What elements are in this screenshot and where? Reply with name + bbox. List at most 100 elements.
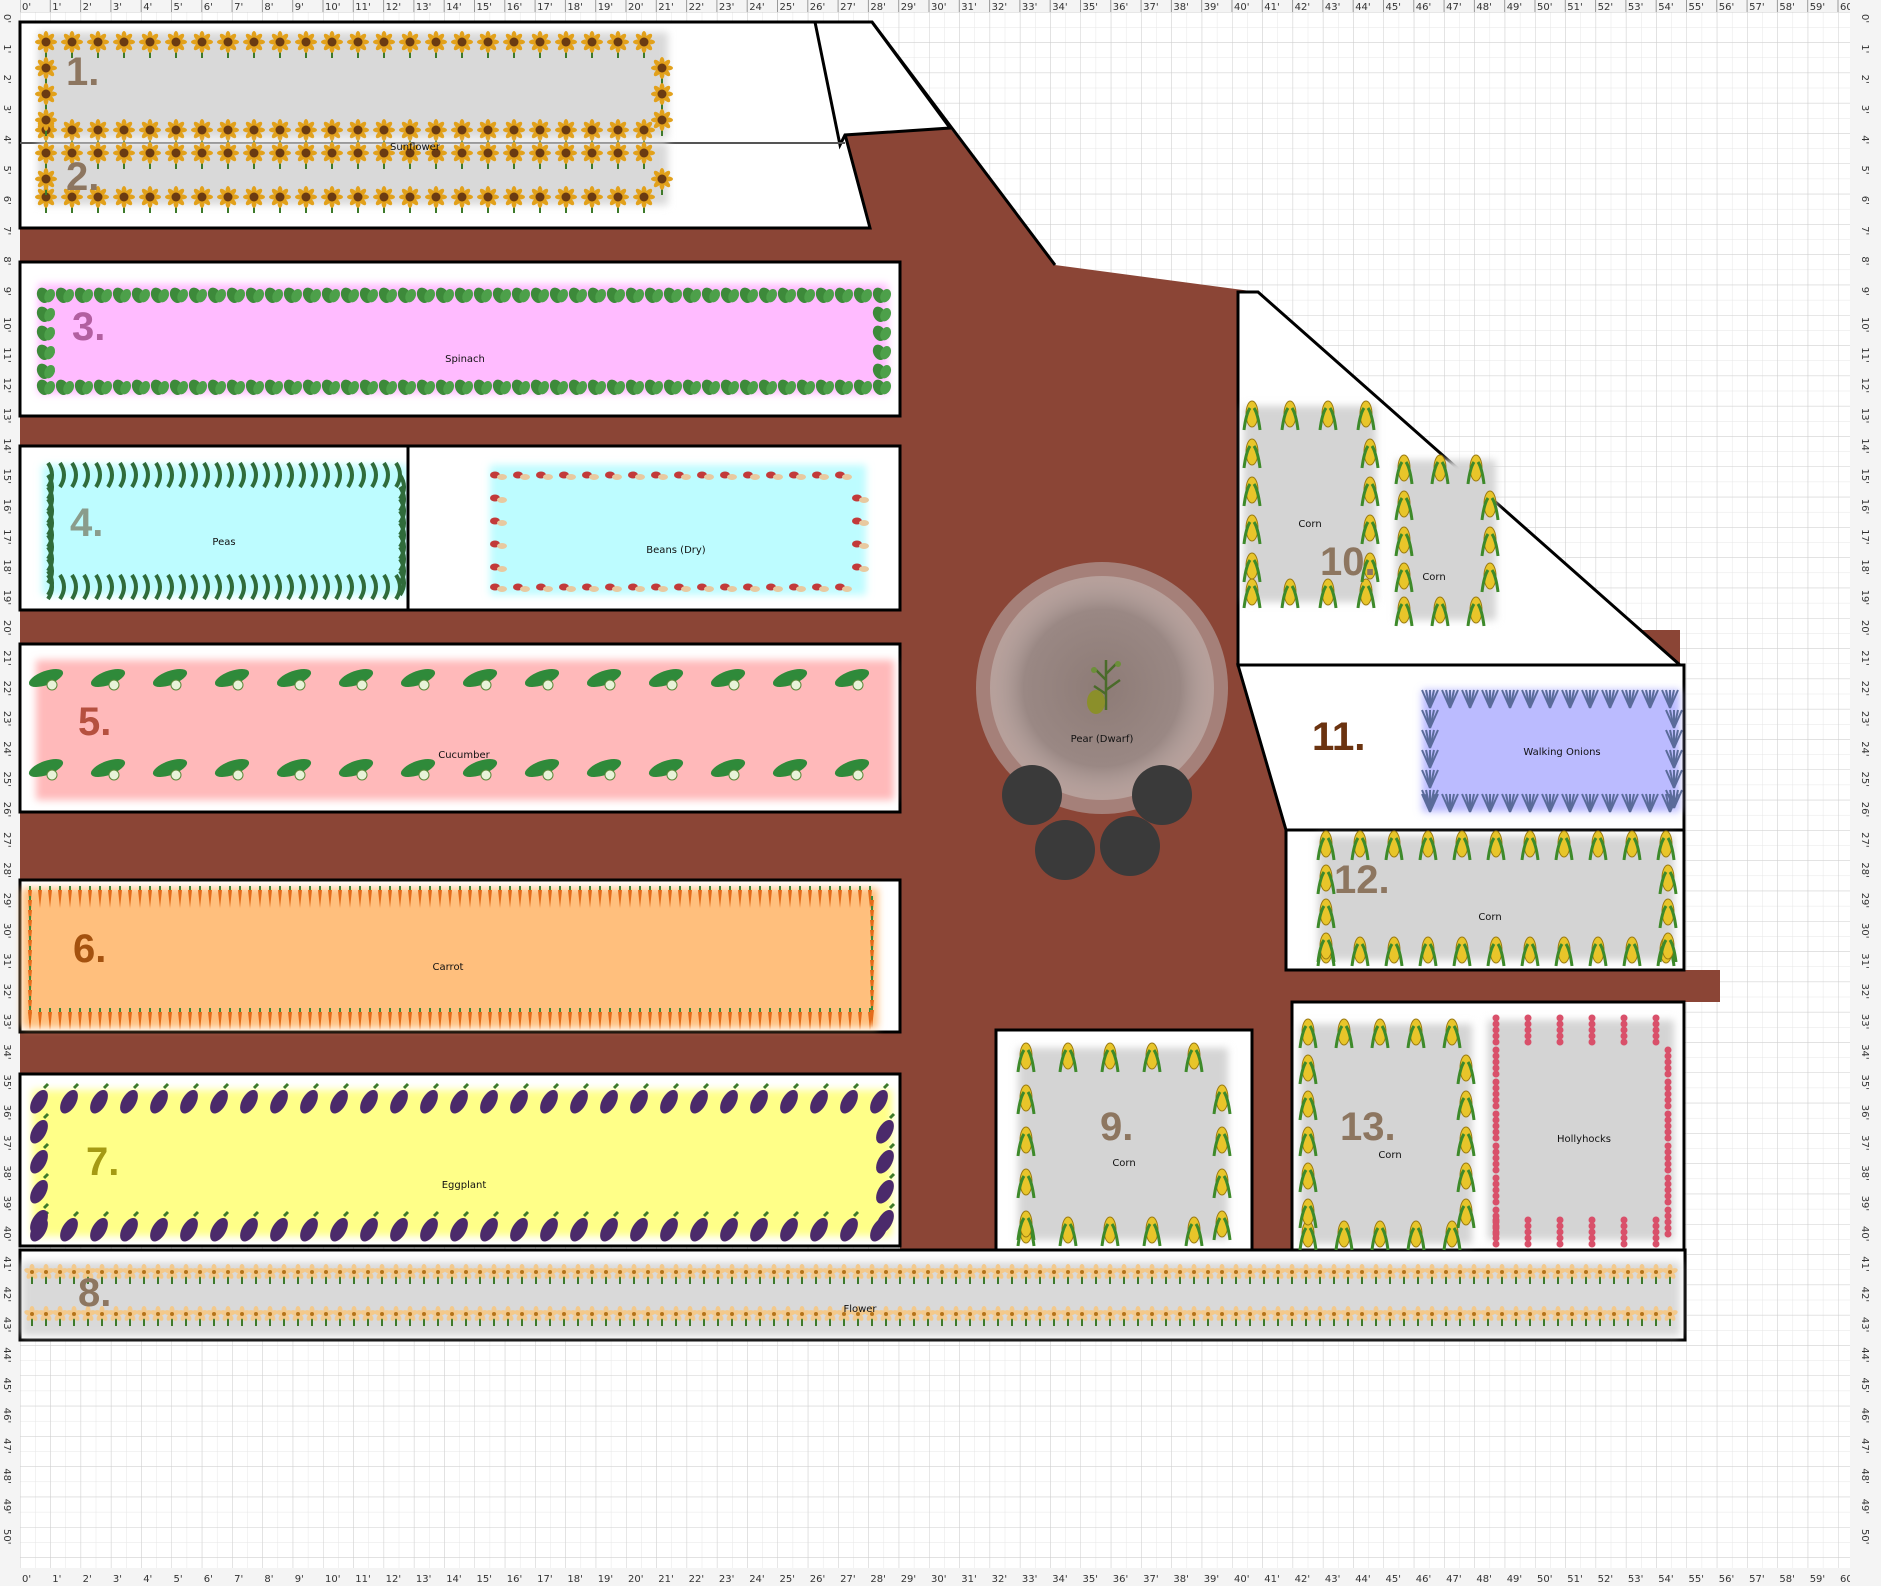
ruler-tick-label: 49' bbox=[1859, 1499, 1870, 1514]
ruler-tick-label: 7' bbox=[234, 2, 243, 13]
ruler-tick-label: 29' bbox=[1, 893, 12, 908]
ruler-tick-label: 40' bbox=[1234, 1574, 1249, 1585]
hollyhock-icon bbox=[1493, 1047, 1500, 1078]
ruler-tick-label: 22' bbox=[689, 1574, 704, 1585]
bed-plant-label: Carrot bbox=[433, 962, 464, 973]
ruler-tick-label: 38' bbox=[1173, 1574, 1188, 1585]
ruler-tick-label: 28' bbox=[870, 2, 885, 13]
ruler-left: 0'1'2'3'4'5'6'7'8'9'10'11'12'13'14'15'16… bbox=[0, 0, 20, 1586]
ruler-tick-label: 26' bbox=[810, 2, 825, 13]
bed-6-carrot[interactable]: 6. Carrot bbox=[20, 880, 900, 1032]
ruler-tick-label: 19' bbox=[598, 2, 613, 13]
ruler-tick-label: 1' bbox=[1, 44, 12, 53]
ruler-tick-label: 32' bbox=[992, 2, 1007, 13]
ruler-tick-label: 2' bbox=[83, 1574, 92, 1585]
ruler-tick-label: 19' bbox=[1, 590, 12, 605]
ruler-tick-label: 27' bbox=[1, 832, 12, 847]
bed-number: 12. bbox=[1334, 858, 1390, 902]
bed-number: 1. bbox=[66, 50, 99, 94]
ruler-tick-label: 14' bbox=[446, 2, 461, 13]
ruler-tick-label: 48' bbox=[1476, 2, 1491, 13]
bed-10-corn[interactable]: 10.Corn bbox=[1244, 401, 1378, 608]
ruler-tick-label: 26' bbox=[1859, 802, 1870, 817]
ruler-tick-label: 4' bbox=[1, 135, 12, 144]
ruler-tick-label: 37' bbox=[1143, 1574, 1158, 1585]
hollyhock-icon bbox=[1653, 1217, 1660, 1248]
ruler-tick-label: 38' bbox=[1859, 1165, 1870, 1180]
ruler-tick-label: 10' bbox=[1859, 317, 1870, 332]
garden-planner-canvas[interactable]: 0'1'2'3'4'5'6'7'8'9'10'11'12'13'14'15'16… bbox=[0, 0, 1881, 1586]
path-row-4 bbox=[20, 812, 900, 880]
ruler-tick-label: 43' bbox=[1325, 2, 1340, 13]
ruler-tick-label: 43' bbox=[1, 1317, 12, 1332]
bed-plant-label: Flower bbox=[843, 1304, 877, 1315]
bed-13-corn[interactable]: 13.Corn bbox=[1300, 1019, 1474, 1250]
bed-9-corn[interactable]: 9.Corn bbox=[996, 1030, 1252, 1250]
ruler-tick-label: 24' bbox=[749, 1574, 764, 1585]
ruler-tick-label: 37' bbox=[1143, 2, 1158, 13]
ruler-tick-label: 2' bbox=[83, 2, 92, 13]
ruler-tick-label: 23' bbox=[1859, 711, 1870, 726]
ruler-tick-label: 48' bbox=[1, 1468, 12, 1483]
bed-number: 8. bbox=[78, 1271, 111, 1315]
ruler-tick-label: 11' bbox=[1859, 347, 1870, 362]
hollyhock-icon bbox=[1525, 1015, 1532, 1046]
ruler-tick-label: 9' bbox=[1859, 287, 1870, 296]
ruler-tick-label: 11' bbox=[355, 2, 370, 13]
ruler-tick-label: 8' bbox=[264, 2, 273, 13]
ruler-tick-label: 0' bbox=[1, 14, 12, 23]
ruler-tick-label: 47' bbox=[1, 1438, 12, 1453]
bed-number: 7. bbox=[86, 1140, 119, 1184]
ruler-tick-label: 50' bbox=[1, 1529, 12, 1544]
bed-5-cucumber[interactable]: 5.Cucumber bbox=[20, 644, 900, 812]
ruler-tick-label: 16' bbox=[1, 499, 12, 514]
ruler-tick-label: 6' bbox=[1859, 196, 1870, 205]
bed-plant-label: Eggplant bbox=[442, 1180, 487, 1191]
ruler-bottom: 0'1'2'3'4'5'6'7'8'9'10'11'12'13'14'15'16… bbox=[0, 1568, 1881, 1586]
bed-plant-label: Peas bbox=[212, 537, 235, 548]
ruler-tick-label: 42' bbox=[1295, 2, 1310, 13]
bed-sub-hollyhocks[interactable]: Hollyhocks bbox=[1488, 1015, 1674, 1248]
bed-plant-label: Hollyhocks bbox=[1557, 1134, 1611, 1145]
bed-8-flower[interactable]: 8. Flower bbox=[20, 1250, 1685, 1340]
bed-3-spinach[interactable]: 3.Spinach bbox=[20, 262, 900, 416]
ruler-tick-label: 16' bbox=[1859, 499, 1870, 514]
ruler-tick-label: 20' bbox=[1859, 620, 1870, 635]
bed-sub-corn[interactable]: Corn bbox=[1396, 455, 1498, 626]
ruler-tick-label: 5' bbox=[1859, 166, 1870, 175]
ruler-tick-label: 55' bbox=[1689, 1574, 1704, 1585]
ruler-right: 0'1'2'3'4'5'6'7'8'9'10'11'12'13'14'15'16… bbox=[1850, 0, 1881, 1586]
ruler-tick-label: 8' bbox=[1, 256, 12, 265]
ruler-tick-label: 50' bbox=[1537, 1574, 1552, 1585]
ruler-tick-label: 34' bbox=[1052, 2, 1067, 13]
ruler-tick-label: 6' bbox=[204, 1574, 213, 1585]
ruler-tick-label: 2' bbox=[1, 75, 12, 84]
hollyhock-icon bbox=[1493, 1111, 1500, 1142]
bed-2-sunflower[interactable]: 2.Sunflower bbox=[35, 142, 673, 213]
ruler-tick-label: 12' bbox=[386, 1574, 401, 1585]
bed-7-eggplant[interactable]: 7. Eggplant bbox=[20, 1074, 900, 1246]
bed-1-[interactable]: 1. bbox=[35, 31, 673, 146]
ruler-tick-label: 43' bbox=[1325, 1574, 1340, 1585]
ruler-tick-label: 19' bbox=[1859, 590, 1870, 605]
ruler-tick-label: 46' bbox=[1859, 1408, 1870, 1423]
ruler-tick-label: 0' bbox=[22, 2, 31, 13]
hollyhock-icon bbox=[1589, 1015, 1596, 1046]
ruler-tick-label: 14' bbox=[1859, 438, 1870, 453]
ruler-tick-label: 33' bbox=[1022, 2, 1037, 13]
ruler-tick-label: 46' bbox=[1, 1408, 12, 1423]
garden-plan-svg[interactable]: 0'1'2'3'4'5'6'7'8'9'10'11'12'13'14'15'16… bbox=[0, 0, 1881, 1586]
bed-12-corn[interactable]: 12.Corn bbox=[1318, 831, 1676, 966]
hollyhock-icon bbox=[1621, 1015, 1628, 1046]
ruler-tick-label: 7' bbox=[234, 1574, 243, 1585]
bed-number: 6. bbox=[73, 927, 106, 971]
ruler-tick-label: 56' bbox=[1719, 2, 1734, 13]
stepping-stone-icon bbox=[1002, 765, 1062, 825]
ruler-tick-label: 42' bbox=[1859, 1287, 1870, 1302]
ruler-tick-label: 39' bbox=[1204, 1574, 1219, 1585]
bed-sub-beans-dry-[interactable]: Beans (Dry) bbox=[408, 446, 900, 610]
ruler-tick-label: 52' bbox=[1598, 1574, 1613, 1585]
ruler-tick-label: 18' bbox=[1, 559, 12, 574]
ruler-tick-label: 48' bbox=[1859, 1468, 1870, 1483]
hollyhock-icon bbox=[1589, 1217, 1596, 1248]
